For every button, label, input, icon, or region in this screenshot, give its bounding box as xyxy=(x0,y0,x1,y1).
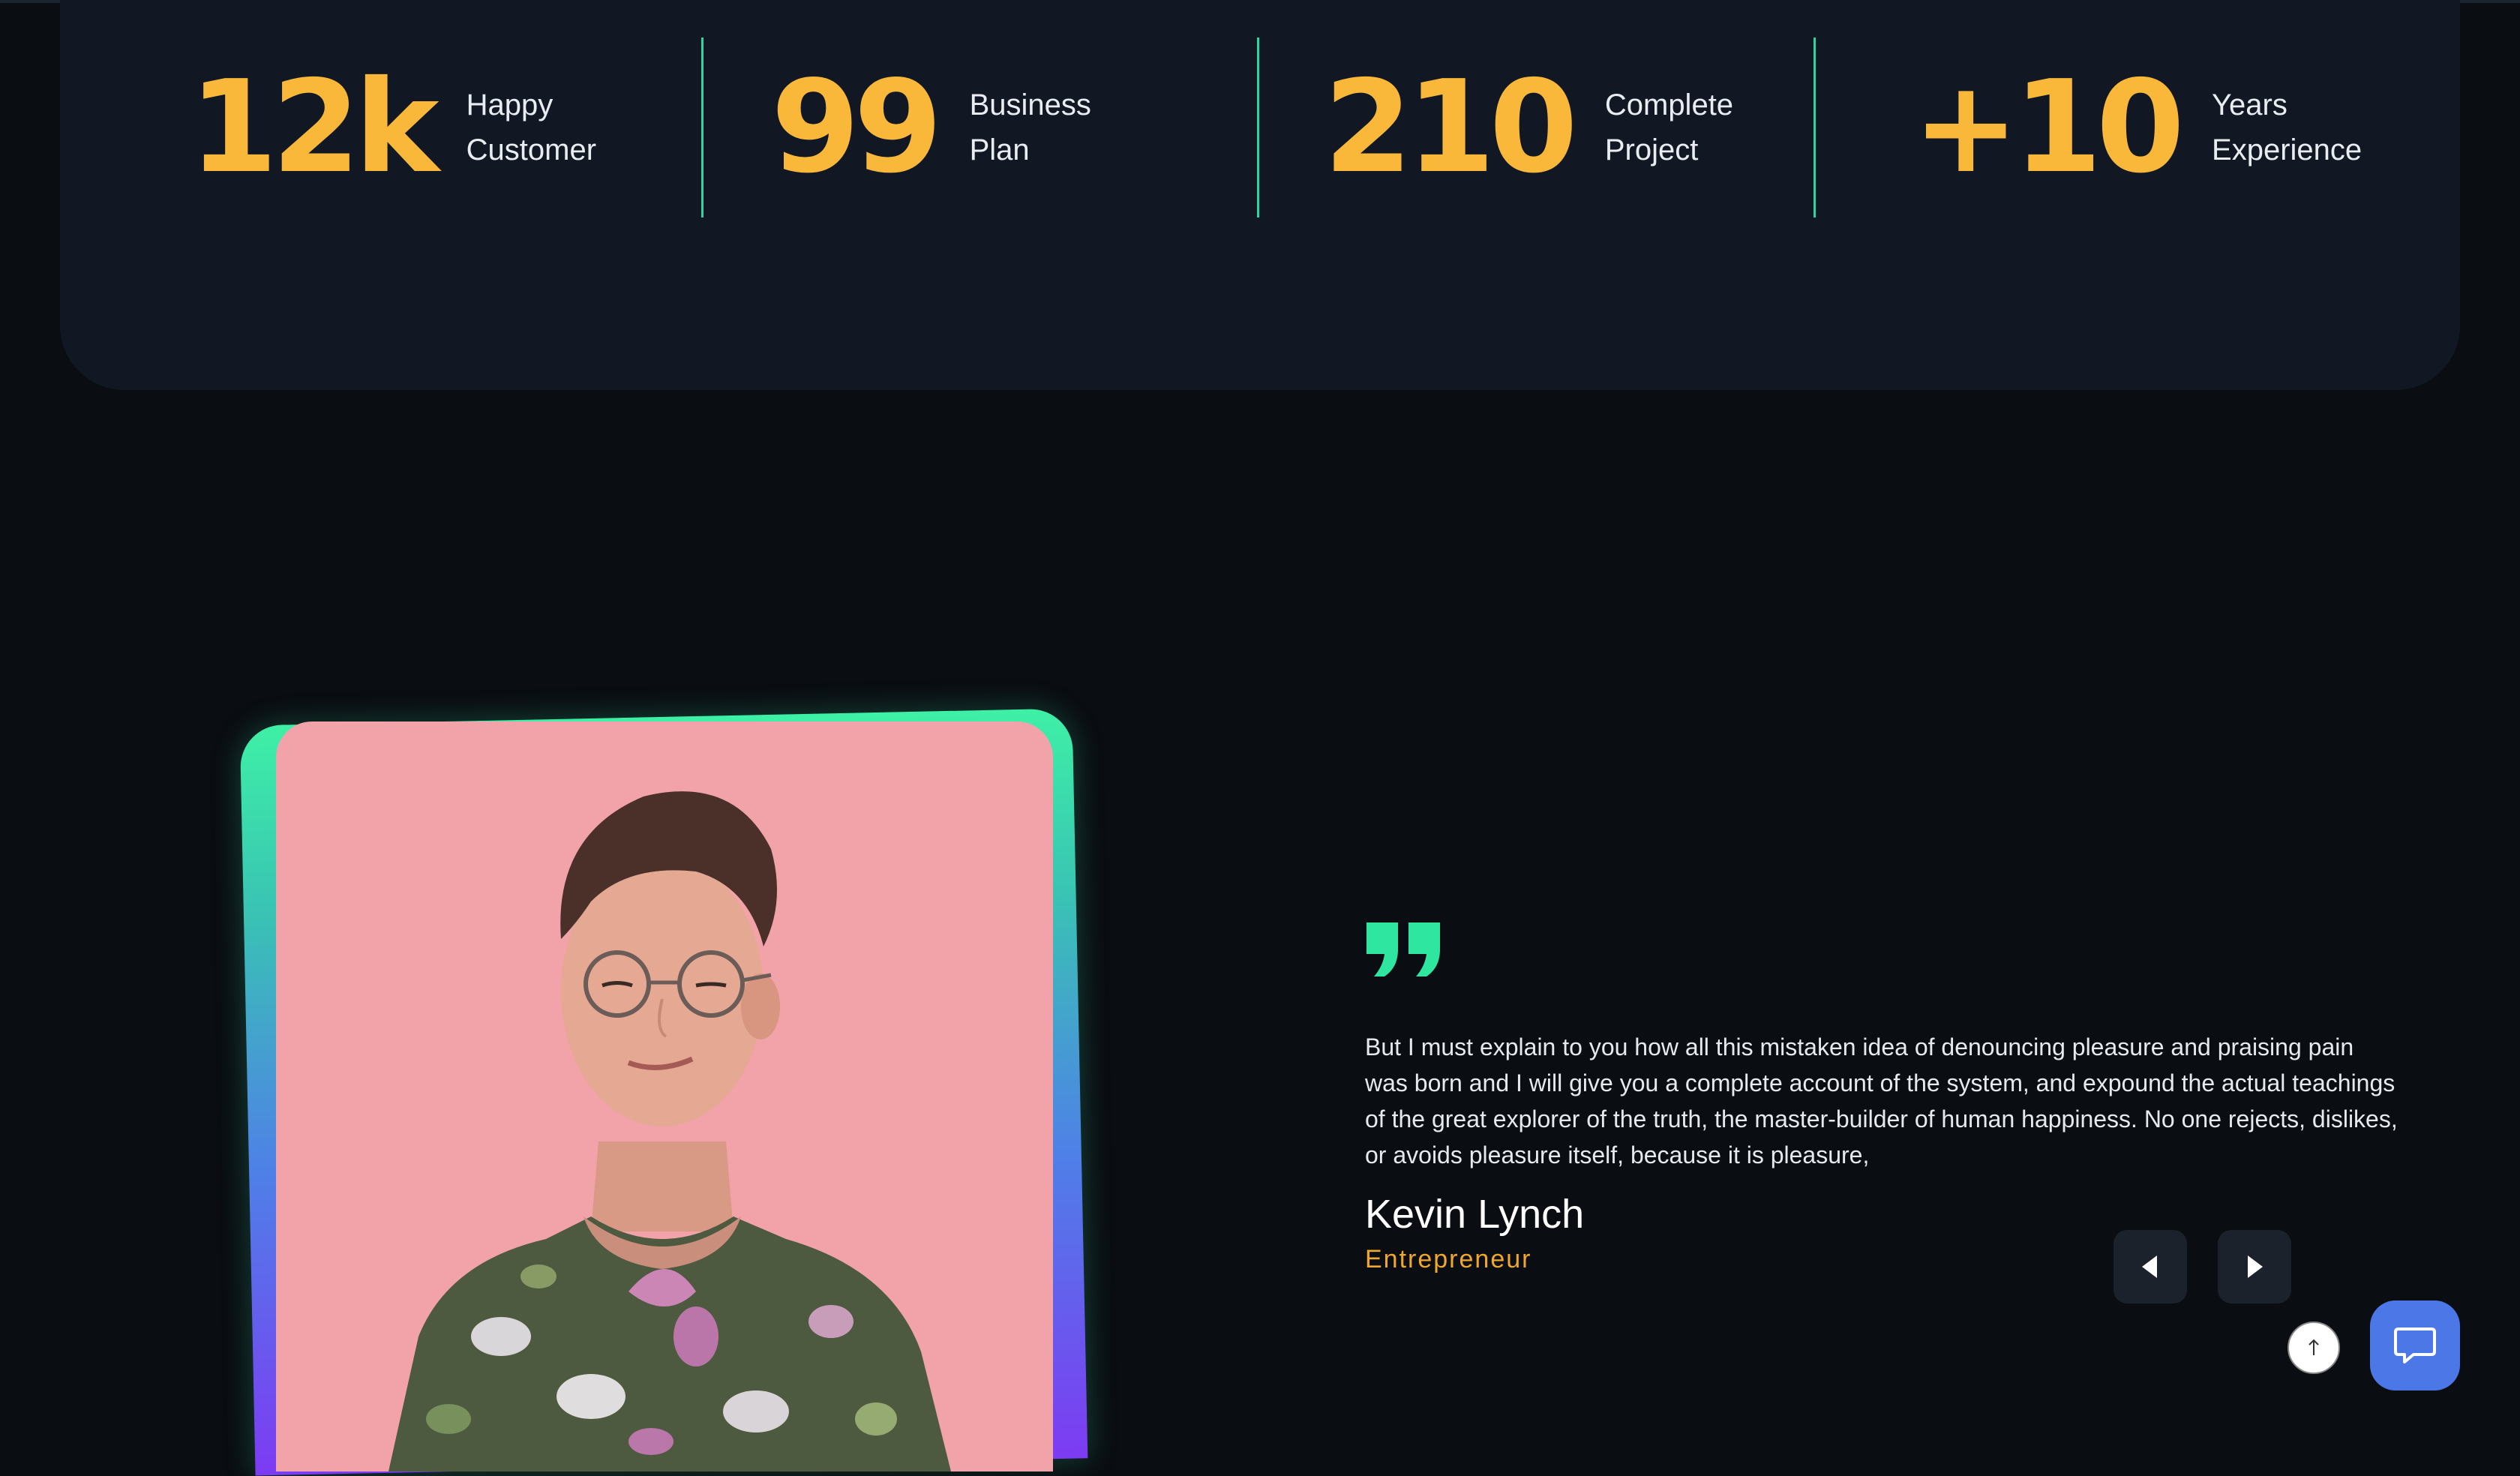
stat-label-line1: Business xyxy=(969,88,1091,122)
author-role: Entrepreneur xyxy=(1365,1245,1532,1274)
stat-divider xyxy=(1257,38,1259,218)
scroll-to-top-button[interactable] xyxy=(2288,1322,2340,1374)
stat-business-plan: 99 Business Plan xyxy=(771,38,1091,218)
arrow-up-icon xyxy=(2308,1339,2319,1355)
person-illustration xyxy=(388,791,951,1472)
stat-label-line2: Project xyxy=(1604,134,1699,166)
stat-complete-project: 210 Complete Project xyxy=(1324,38,1733,218)
stat-divider xyxy=(1814,38,1816,218)
stat-label-line1: Happy xyxy=(466,88,554,122)
stat-label-line1: Complete xyxy=(1604,88,1734,122)
stat-label: Business Plan xyxy=(970,82,1091,172)
prev-testimonial-button[interactable] xyxy=(2114,1230,2187,1304)
quote-icon xyxy=(1366,922,1440,976)
stat-happy-customer: 12k Happy Customer xyxy=(189,38,596,218)
next-testimonial-button[interactable] xyxy=(2218,1230,2291,1304)
stats-panel: 12k Happy Customer 99 Business Plan 210 … xyxy=(60,0,2460,390)
testimonial-quote: But I must explain to you how all this m… xyxy=(1365,1034,2398,1168)
stat-label-line2: Customer xyxy=(466,134,597,166)
stat-label-line2: Plan xyxy=(969,134,1030,166)
chat-bubble-icon xyxy=(2394,1328,2436,1364)
stat-years-experience: +10 Years Experience xyxy=(1912,38,2362,218)
stat-label: Years Experience xyxy=(2212,82,2362,172)
stat-label: Happy Customer xyxy=(466,82,596,172)
stat-label: Complete Project xyxy=(1605,82,1733,172)
caret-right-icon xyxy=(2248,1256,2263,1278)
author-name: Kevin Lynch xyxy=(1365,1192,1585,1237)
caret-left-icon xyxy=(2142,1256,2157,1278)
stat-number: 210 xyxy=(1324,53,1578,202)
stat-number: +10 xyxy=(1912,53,2185,202)
stat-divider xyxy=(701,38,704,218)
stat-number: 12k xyxy=(189,53,440,202)
stat-label-line2: Experience xyxy=(2212,134,2362,166)
stat-label-line1: Years xyxy=(2212,88,2288,122)
testimonial-photo xyxy=(276,722,1053,1472)
stat-number: 99 xyxy=(771,53,943,202)
chat-button[interactable] xyxy=(2370,1300,2460,1390)
